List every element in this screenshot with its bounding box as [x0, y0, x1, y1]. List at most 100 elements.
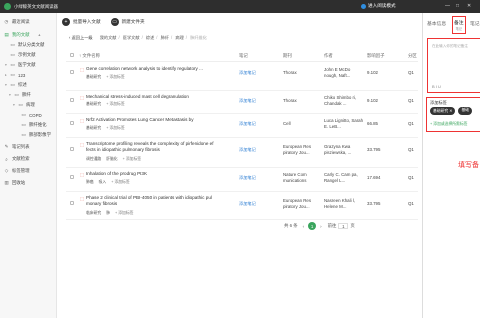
header-filename[interactable]: ↑ 文件名称	[79, 53, 100, 59]
table-row[interactable]: ⬚ Mechanical stress-induced mast cell de…	[66, 91, 418, 114]
breadcrumb-item[interactable]: 医学文献	[123, 35, 140, 40]
minimize-icon[interactable]: —	[445, 3, 450, 9]
tag[interactable]: 临床研究	[86, 211, 101, 216]
add-note-link[interactable]: 添加笔记	[239, 98, 256, 104]
journal: European Res piratory Jou...	[283, 144, 312, 155]
sidebar-item-lung-imaging[interactable]: ▭ 肺部影像学	[16, 132, 51, 138]
breadcrumb-item[interactable]: 综述	[146, 35, 154, 40]
folder-add-icon: ▭	[110, 18, 119, 26]
back-button[interactable]: ‹ 返回上一级	[69, 35, 93, 40]
prev-page-icon[interactable]: ‹	[303, 224, 304, 229]
sidebar-item-my-docs[interactable]: ▤ 我的文献 ▲	[4, 32, 41, 38]
impact-factor: 66.85	[367, 121, 378, 126]
doc-title[interactable]: Transcriptome profiling reveals the comp…	[86, 141, 221, 153]
add-note-link[interactable]: 添加笔记	[239, 147, 256, 153]
breadcrumb-item[interactable]: 病理	[175, 35, 183, 40]
header-impact-factor[interactable]: 影响因子	[367, 53, 385, 59]
goto-label: 前往	[327, 223, 337, 228]
table-row[interactable]: ⬚ Gene correlation network analysis to i…	[66, 62, 418, 91]
close-icon[interactable]: ✕	[467, 3, 471, 9]
impact-factor: 33.795	[367, 147, 381, 152]
tag[interactable]: 肺	[106, 211, 110, 216]
table-row[interactable]: ⬚ Nrf2 Activation Promotes Lung Cancer M…	[66, 114, 418, 138]
author: John E McDo nough, Naft...	[324, 67, 351, 78]
tag[interactable]: 基础研究	[86, 75, 101, 80]
new-folder-button[interactable]: ▭ 新建文件夹	[110, 18, 145, 26]
tag[interactable]: 肝脑化	[106, 157, 117, 162]
sidebar-item-search[interactable]: ⌕ 文献检索	[4, 156, 29, 162]
sidebar-item-sample-docs[interactable]: ▭ 示例文献	[5, 52, 35, 58]
table-row[interactable]: ⬚ Transcriptome profiling reveals the co…	[66, 138, 418, 168]
impact-factor: 17.694	[367, 175, 381, 180]
sidebar-item-pathology[interactable]: ▾ ▭ 病理	[13, 102, 35, 108]
doc-title[interactable]: Phase 2 clinical trial of PBI-4050 in pa…	[86, 195, 221, 207]
sidebar-item-tags[interactable]: ◇ 标签管理	[4, 168, 30, 174]
select-all-checkbox[interactable]	[70, 53, 74, 57]
row-checkbox[interactable]	[70, 70, 74, 74]
page-input[interactable]: 1	[338, 223, 349, 229]
sidebar-item-medical[interactable]: ▾ ▭ 医学文献	[5, 62, 36, 68]
plus-icon: +	[62, 18, 70, 26]
trash-icon: ▥	[4, 180, 9, 185]
next-page-icon[interactable]: ›	[320, 224, 321, 229]
add-note-link[interactable]: 添加笔记	[239, 121, 256, 127]
breadcrumb-item[interactable]: 肺纤	[161, 35, 169, 40]
breadcrumb: ‹ 返回上一级 我的文献 / 医学文献 / 综述 / 肺纤 / 病理 / 肺纤维化	[69, 35, 207, 40]
breadcrumb-item[interactable]: 我的文献	[100, 35, 117, 40]
add-note-link[interactable]: 添加笔记	[239, 70, 256, 76]
add-tag-button[interactable]: + 添加标签	[106, 126, 124, 131]
sidebar-item-trash[interactable]: ▥ 回收站	[4, 180, 25, 186]
tag-chip[interactable]: 基础研究 ✕	[430, 107, 456, 115]
tag[interactable]: 肺癌	[86, 180, 94, 185]
add-tag-button[interactable]: + 添加标签	[111, 180, 129, 185]
document-icon: ▤	[4, 32, 9, 37]
sidebar-item-default-folder[interactable]: ▭ 默认分类文献	[5, 42, 44, 48]
tag-icon: ◇	[4, 168, 9, 173]
header-author[interactable]: 作者	[324, 53, 333, 59]
row-checkbox[interactable]	[70, 175, 74, 179]
doc-title[interactable]: Mechanical stress-induced mast cell degr…	[86, 94, 221, 100]
header-note[interactable]: 笔记	[239, 53, 248, 59]
add-note-link[interactable]: 添加笔记	[239, 175, 256, 181]
row-checkbox[interactable]	[70, 98, 74, 102]
tag[interactable]: 吸入	[99, 180, 107, 185]
tag[interactable]: 基础研究	[86, 126, 101, 131]
table-row[interactable]: ⬚ Inhalation of the prodrug PI3K 肺癌 吸入 + 添…	[66, 168, 418, 192]
sidebar-item-123[interactable]: ▸ ▭ 123	[5, 72, 25, 78]
maximize-icon[interactable]: □	[456, 3, 459, 9]
tab-notes[interactable]: 笔记	[470, 20, 480, 27]
tab-remarks[interactable]: 备注 笔记	[452, 16, 466, 34]
row-checkbox[interactable]	[70, 121, 74, 125]
add-tag-section: 添加标签 基础研究 ✕ 基础 + 添加或选择所需标签	[426, 97, 480, 132]
add-tag-button[interactable]: + 添加标签	[123, 157, 141, 162]
tag[interactable]: 基础研究	[86, 102, 101, 107]
import-button[interactable]: + 批量导入文献	[62, 18, 101, 26]
tab-basic-info[interactable]: 基本信息	[427, 20, 446, 27]
row-checkbox[interactable]	[70, 147, 74, 151]
sidebar-item-notes[interactable]: ✎ 笔记列表	[4, 144, 30, 150]
sidebar-item-lung-fiber[interactable]: ▾ ▭ 肺纤	[9, 92, 31, 98]
doc-title[interactable]: Inhalation of the prodrug PI3K	[86, 171, 221, 177]
format-toolbar[interactable]: B I U	[432, 84, 441, 89]
doc-title[interactable]: Nrf2 Activation Promotes Lung Cancer Met…	[86, 117, 221, 123]
sidebar-item-recent[interactable]: ◷ 最近阅读	[4, 19, 29, 25]
sidebar-item-copd[interactable]: ▭ COPD	[16, 112, 41, 118]
add-note-link[interactable]: 添加笔记	[239, 201, 256, 207]
read-mode-button[interactable]: 进入阅读模式	[361, 3, 396, 9]
sidebar-item-review[interactable]: ▾ ▭ 综述	[5, 82, 27, 88]
tag[interactable]: 调控通路	[86, 157, 101, 162]
note-textarea[interactable]: 在此输入你的笔记备注 B I U	[427, 38, 480, 93]
header-journal[interactable]: 期刊	[283, 53, 292, 59]
tag-chip[interactable]: 基础	[458, 107, 473, 115]
current-page[interactable]: 1	[308, 222, 317, 230]
sidebar-item-pulmonary-fibrosis[interactable]: ▭ 肺纤维化	[16, 122, 46, 128]
header-zone[interactable]: 分区	[408, 53, 417, 59]
add-tag-button[interactable]: + 添加标签	[115, 211, 133, 216]
add-tag-button[interactable]: + 添加标签	[106, 75, 124, 80]
table-row[interactable]: ⬚ Phase 2 clinical trial of PBI-4050 in …	[66, 192, 418, 220]
add-tag-button[interactable]: + 添加标签	[106, 102, 124, 107]
title-bar: 小绿鲸英文文献阅读器 进入阅读模式 — □ ✕	[0, 0, 480, 13]
add-tag-link[interactable]: + 添加或选择所需标签	[430, 122, 467, 127]
doc-title[interactable]: Gene correlation network analysis to ide…	[86, 66, 221, 72]
row-checkbox[interactable]	[70, 201, 74, 205]
